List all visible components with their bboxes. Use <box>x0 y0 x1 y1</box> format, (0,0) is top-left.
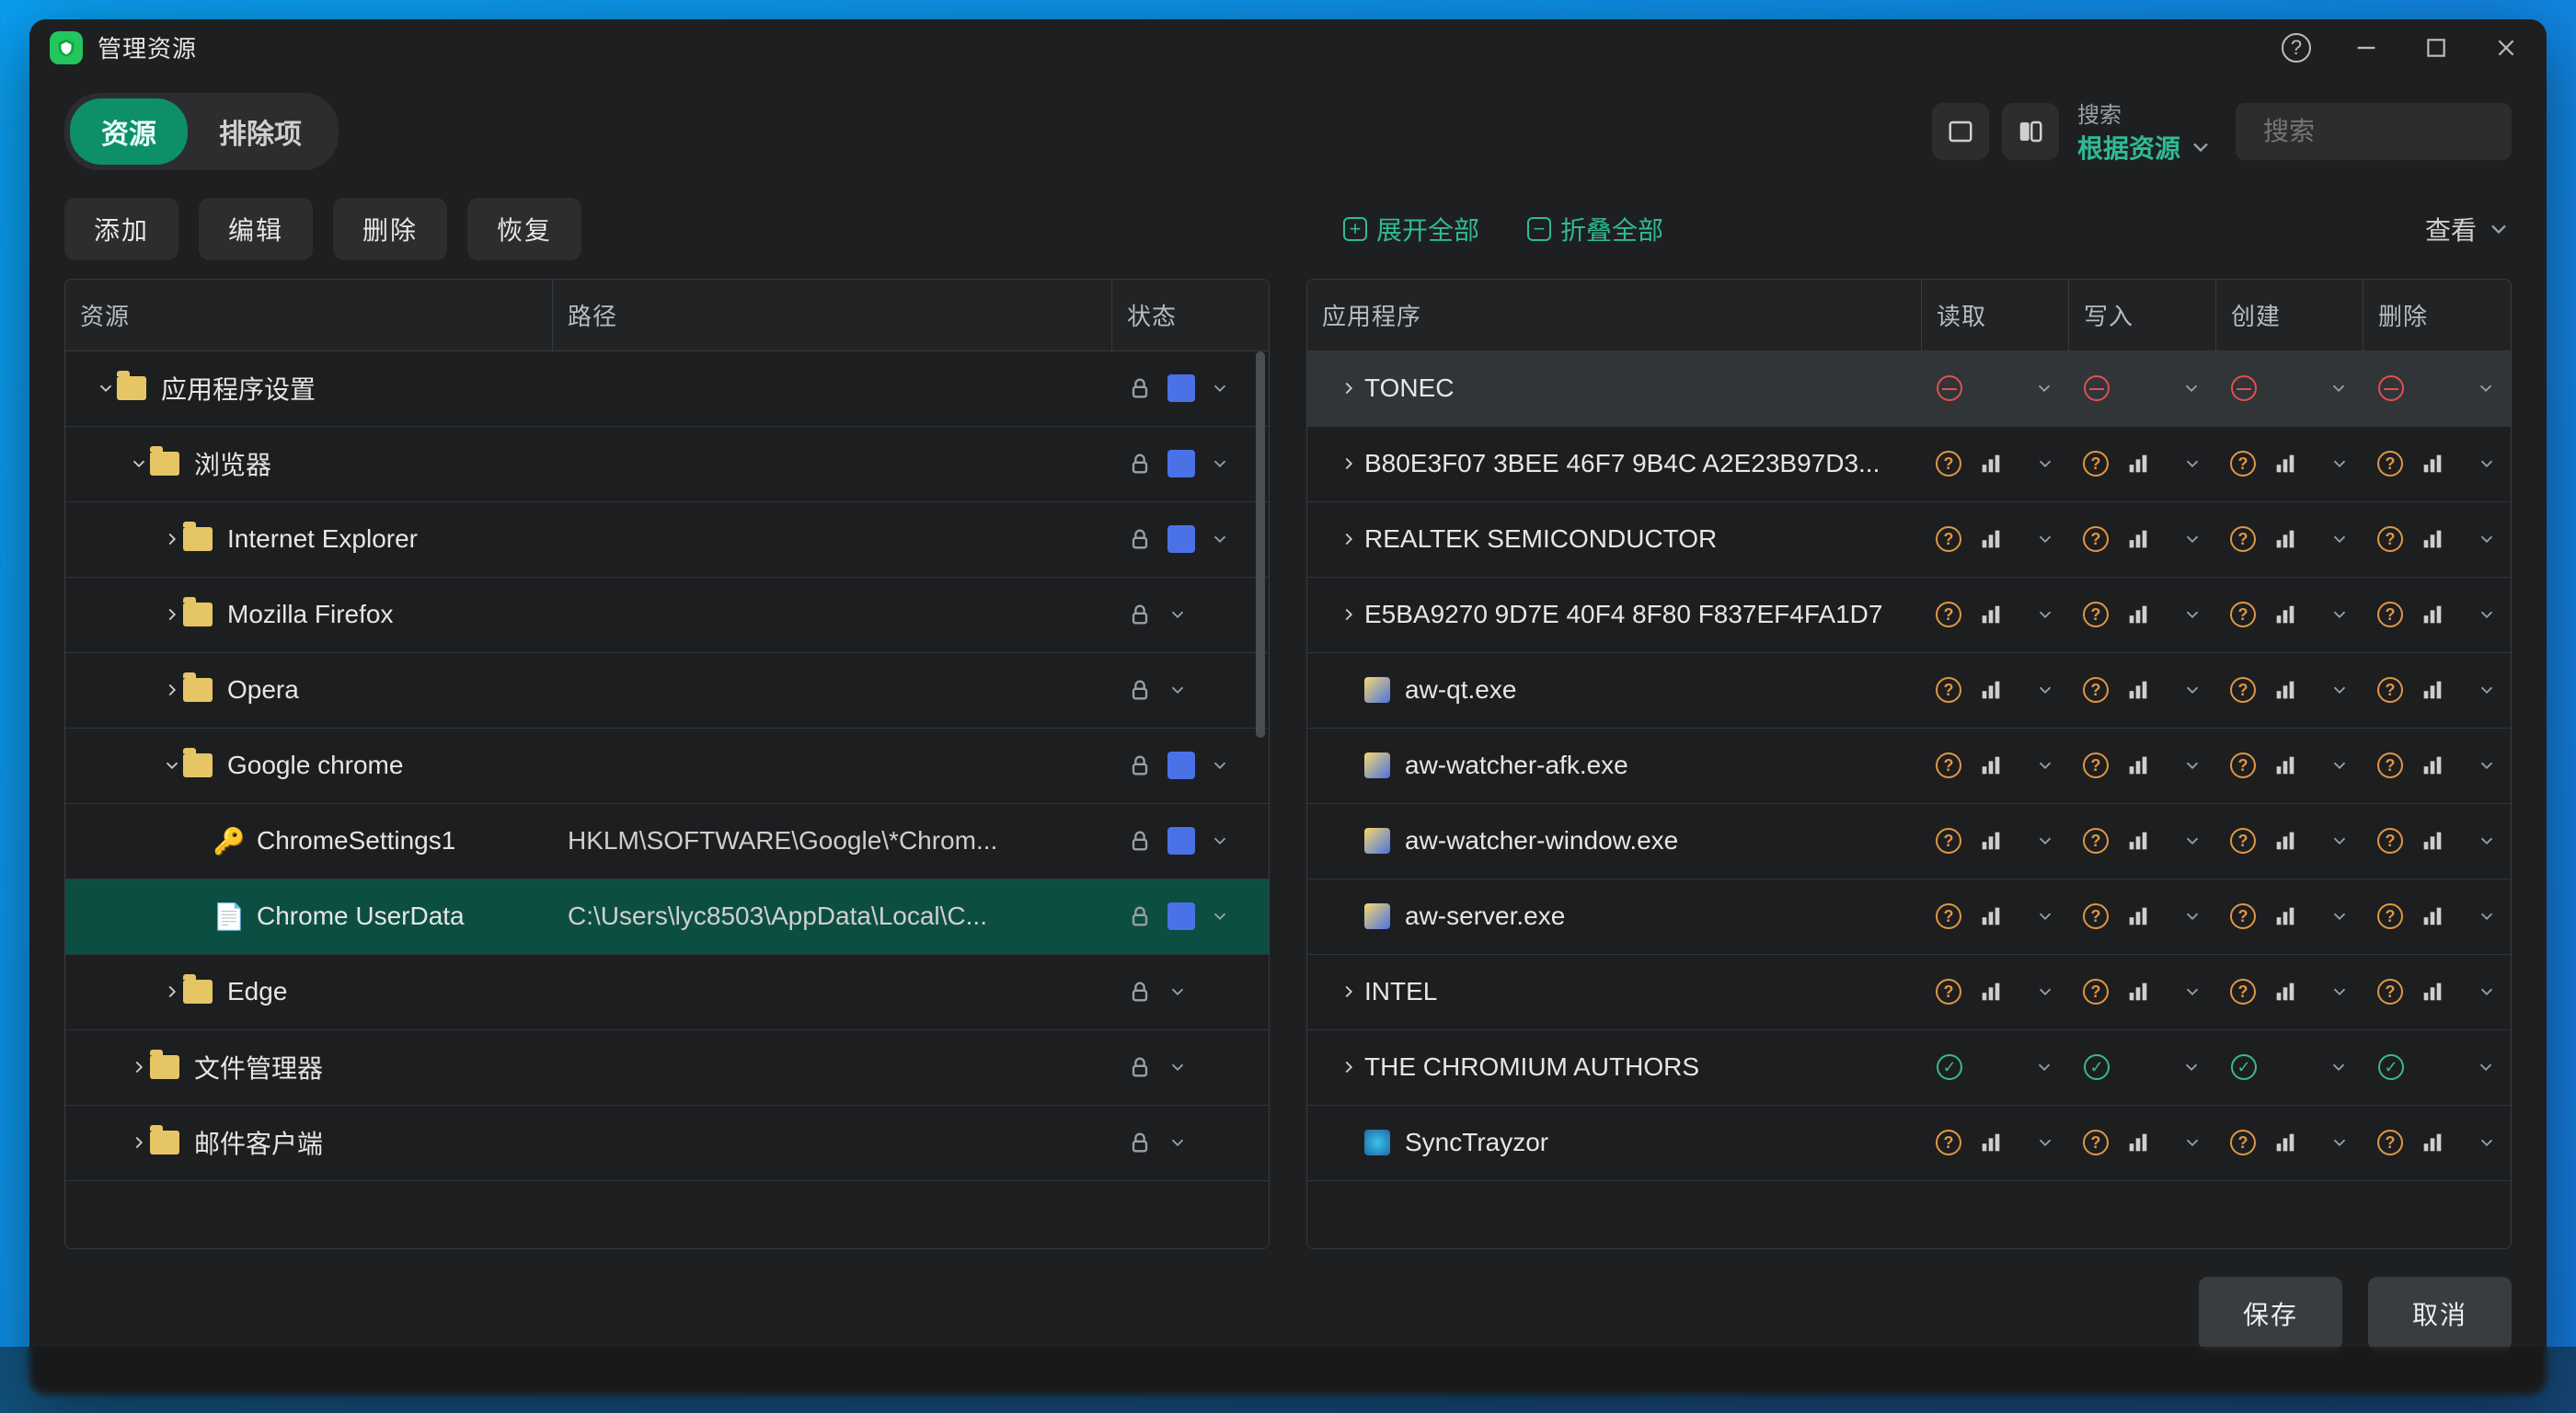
app-row[interactable]: aw-watcher-afk.exe ? ? ? ? <box>1307 729 2511 804</box>
app-row[interactable]: E5BA9270 9D7E 40F4 8F80 F837EF4FA1D7 ? ?… <box>1307 578 2511 653</box>
edit-button[interactable]: 编辑 <box>199 198 313 260</box>
resource-row[interactable]: Opera <box>65 653 1269 729</box>
delete-button[interactable]: 删除 <box>333 198 447 260</box>
app-row[interactable]: aw-watcher-window.exe ? ? ? ? <box>1307 804 2511 879</box>
close-button[interactable] <box>2486 28 2526 68</box>
app-logo-icon <box>50 31 83 64</box>
col-write: 写入 <box>2069 280 2216 350</box>
resource-row[interactable]: Internet Explorer <box>65 502 1269 578</box>
col-read: 读取 <box>1922 280 2069 350</box>
app-row[interactable]: SyncTrayzor ? ? ? ? <box>1307 1106 2511 1181</box>
search-label-group: 搜索 根据资源 <box>2077 97 2214 166</box>
application-panel: 应用程序 读取 写入 创建 删除 TONEC B80E3F07 3BEE 46F… <box>1306 279 2512 1249</box>
app-row[interactable]: aw-qt.exe ? ? ? ? <box>1307 653 2511 729</box>
app-row[interactable]: aw-server.exe ? ? ? ? <box>1307 879 2511 955</box>
save-button[interactable]: 保存 <box>2199 1277 2342 1350</box>
add-button[interactable]: 添加 <box>64 198 178 260</box>
titlebar: 管理资源 ? <box>29 19 2547 76</box>
os-taskbar[interactable] <box>0 1347 2576 1413</box>
search-box[interactable] <box>2236 103 2512 160</box>
main-tabs: 资源 排除项 <box>64 93 339 170</box>
resource-row[interactable]: Mozilla Firefox <box>65 578 1269 653</box>
resource-row[interactable]: Google chrome <box>65 729 1269 804</box>
window-title: 管理资源 <box>98 30 197 64</box>
tab-exclusions[interactable]: 排除项 <box>188 98 333 165</box>
resource-row[interactable]: Edge <box>65 955 1269 1030</box>
resource-row[interactable]: 浏览器 <box>65 427 1269 502</box>
col-delete: 删除 <box>2363 280 2511 350</box>
layout-split-button[interactable] <box>2002 103 2059 160</box>
col-path: 路径 <box>553 280 1112 350</box>
app-row[interactable]: INTEL ? ? ? ? <box>1307 955 2511 1030</box>
toolbar: 添加 编辑 删除 恢复 +展开全部 −折叠全部 查看 <box>29 198 2547 279</box>
search-label: 搜索 <box>2077 97 2214 129</box>
help-button[interactable]: ? <box>2276 28 2317 68</box>
resource-row[interactable]: 文件管理器 <box>65 1030 1269 1106</box>
expand-all-button[interactable]: +展开全部 <box>1343 211 1479 247</box>
app-row[interactable]: REALTEK SEMICONDUCTOR ? ? ? ? <box>1307 502 2511 578</box>
collapse-all-button[interactable]: −折叠全部 <box>1527 211 1663 247</box>
maximize-button[interactable] <box>2416 28 2456 68</box>
tab-resources[interactable]: 资源 <box>70 98 188 165</box>
resource-row[interactable]: 邮件客户端 <box>65 1106 1269 1181</box>
resource-row[interactable]: 应用程序设置 <box>65 351 1269 427</box>
col-app: 应用程序 <box>1307 280 1922 350</box>
app-window: 管理资源 ? 资源 排除项 搜索 根据资源 <box>29 19 2547 1395</box>
app-row[interactable]: B80E3F07 3BEE 46F7 9B4C A2E23B97D3... ? … <box>1307 427 2511 502</box>
app-row[interactable]: TONEC <box>1307 351 2511 427</box>
minimize-button[interactable] <box>2346 28 2386 68</box>
resource-tree-panel: 资源 路径 状态 应用程序设置 浏览器 <box>64 279 1270 1249</box>
col-create: 创建 <box>2216 280 2363 350</box>
layout-single-button[interactable] <box>1932 103 1989 160</box>
view-dropdown[interactable]: 查看 <box>2425 211 2512 247</box>
search-input[interactable] <box>2263 117 2576 146</box>
resource-row[interactable]: 📄 Chrome UserData C:\Users\lyc8503\AppDa… <box>65 879 1269 955</box>
col-status: 状态 <box>1112 280 1269 350</box>
top-controls: 资源 排除项 搜索 根据资源 <box>29 76 2547 198</box>
resource-row[interactable]: 🔑 ChromeSettings1 HKLM\SOFTWARE\Google\*… <box>65 804 1269 879</box>
restore-button[interactable]: 恢复 <box>467 198 581 260</box>
search-mode-dropdown[interactable]: 根据资源 <box>2077 129 2214 166</box>
app-row[interactable]: THE CHROMIUM AUTHORS ✓ ✓ ✓ ✓ <box>1307 1030 2511 1106</box>
col-resource: 资源 <box>65 280 553 350</box>
cancel-button[interactable]: 取消 <box>2368 1277 2512 1350</box>
